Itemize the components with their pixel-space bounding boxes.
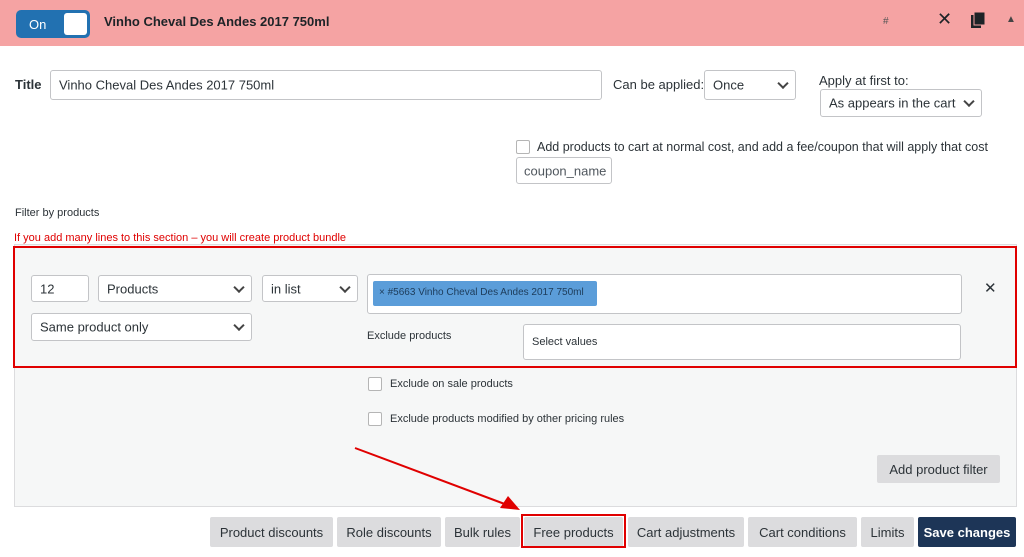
tab-label: Role discounts	[346, 525, 432, 540]
save-changes-button[interactable]: Save changes	[918, 517, 1016, 547]
fee-coupon-checkbox[interactable]	[516, 140, 530, 154]
free-products-highlight	[521, 514, 626, 548]
chevron-down-icon	[777, 77, 789, 90]
toggle-knob	[64, 13, 87, 35]
title-input[interactable]: Vinho Cheval Des Andes 2017 750ml	[50, 70, 602, 100]
filter-section-label: Filter by products	[15, 207, 100, 219]
copy-icon[interactable]	[971, 12, 985, 28]
apply-first-label: Apply at first to:	[819, 73, 909, 88]
tab-label: Product discounts	[219, 525, 324, 540]
coupon-placeholder: coupon_name	[524, 163, 607, 178]
tab-bulk-rules[interactable]: Bulk rules	[445, 517, 520, 547]
can-be-applied-label: Can be applied:	[613, 77, 705, 92]
toggle-label: On	[29, 17, 47, 32]
close-icon[interactable]: ✕	[937, 9, 952, 30]
tab-label: Bulk rules	[453, 525, 512, 540]
exclude-on-sale-label: Exclude on sale products	[390, 378, 513, 390]
can-be-applied-value: Once	[713, 77, 745, 93]
title-label: Title	[15, 77, 42, 92]
tab-label: Limits	[870, 525, 905, 540]
chevron-down-icon	[963, 95, 975, 108]
apply-first-value: As appears in the cart	[829, 95, 956, 111]
highlight-box	[13, 246, 1017, 368]
exclude-on-sale-checkbox[interactable]	[368, 377, 382, 391]
save-changes-label: Save changes	[923, 525, 1011, 540]
tab-product-discounts[interactable]: Product discounts	[210, 517, 333, 547]
tab-role-discounts[interactable]: Role discounts	[337, 517, 441, 547]
add-product-filter-button[interactable]: Add product filter	[877, 455, 1000, 483]
coupon-name-input[interactable]: coupon_name	[516, 157, 612, 184]
rule-hash: #	[883, 16, 889, 27]
annotation-arrow	[354, 447, 520, 510]
rule-title[interactable]: Vinho Cheval Des Andes 2017 750ml	[104, 14, 329, 29]
collapse-icon[interactable]: ▲	[1006, 14, 1016, 25]
tab-cart-adjustments[interactable]: Cart adjustments	[628, 517, 744, 547]
rule-toggle[interactable]: On	[16, 10, 90, 38]
tab-label: Cart adjustments	[636, 525, 736, 540]
apply-first-select[interactable]: As appears in the cart	[820, 89, 982, 117]
rule-header: On Vinho Cheval Des Andes 2017 750ml # ✕…	[0, 0, 1024, 46]
tab-label: Cart conditions	[759, 525, 846, 540]
exclude-modified-checkbox[interactable]	[368, 412, 382, 426]
can-be-applied-select[interactable]: Once	[704, 70, 796, 100]
add-product-filter-label: Add product filter	[889, 462, 988, 477]
exclude-modified-label: Exclude products modified by other prici…	[390, 413, 625, 425]
title-input-value: Vinho Cheval Des Andes 2017 750ml	[59, 77, 275, 93]
tab-cart-conditions[interactable]: Cart conditions	[748, 517, 857, 547]
bundle-warning: If you add many lines to this section – …	[14, 232, 347, 244]
tab-limits[interactable]: Limits	[861, 517, 914, 547]
fee-coupon-label: Add products to cart at normal cost, and…	[537, 140, 988, 154]
